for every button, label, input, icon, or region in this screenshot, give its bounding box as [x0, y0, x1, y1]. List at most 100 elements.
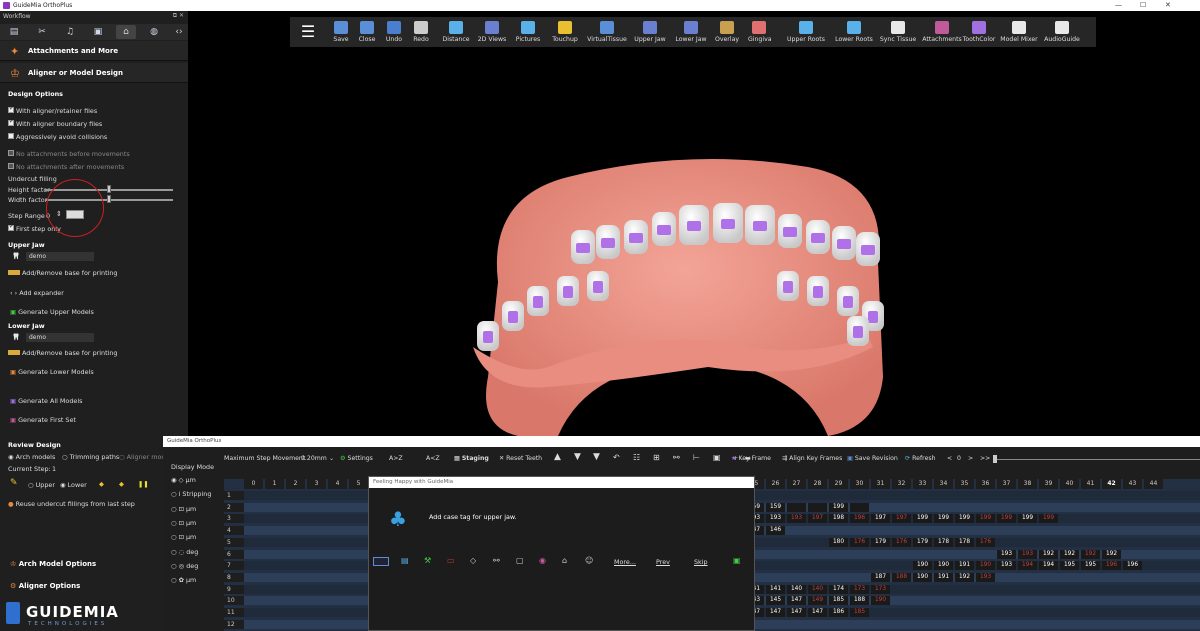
grid-cell[interactable]	[808, 502, 827, 512]
grid-cell[interactable]: 193	[976, 572, 995, 582]
generate-upper-models[interactable]: ▣ Generate Upper Models	[10, 308, 94, 316]
aligner-design-section[interactable]: ♔ Aligner or Model Design	[0, 63, 188, 83]
toolbar-close-button[interactable]: Close	[356, 17, 378, 47]
tooth-icon[interactable]: ◇	[470, 556, 476, 565]
toolbar-upper-jaw-button[interactable]: Upper Jaw	[632, 17, 668, 47]
grid-cell[interactable]: 173	[871, 584, 890, 594]
lower-radio[interactable]: ◉ Lower	[60, 481, 87, 489]
staging-button[interactable]: ▦ Staging	[454, 455, 489, 462]
display-mode-option[interactable]: ○ ⅰ Stripping	[171, 490, 211, 498]
move-down-icon[interactable]: ▼	[593, 452, 600, 462]
grid-cell[interactable]: 192	[955, 572, 974, 582]
grid-cell[interactable]: 192	[1039, 549, 1058, 559]
merge-icon[interactable]: ⚯	[673, 453, 680, 462]
generate-lower-models[interactable]: ▣ Generate Lower Models	[10, 368, 94, 376]
grid-cell[interactable]: 199	[1018, 514, 1037, 524]
panel-controls[interactable]: ⧉ ✕	[173, 12, 184, 20]
workflow-tab-1-icon[interactable]: ▤	[4, 25, 24, 39]
toolbar-touchup-button[interactable]: Touchup	[549, 17, 581, 47]
column-header[interactable]: 41	[1081, 479, 1100, 489]
next-step-button[interactable]: >	[968, 455, 973, 462]
refresh-button[interactable]: ⟳ Refresh	[905, 455, 936, 462]
column-header[interactable]: 44	[1144, 479, 1163, 489]
grid-cell[interactable]: 190	[934, 561, 953, 571]
grid-cell[interactable]: 199	[1039, 514, 1058, 524]
display-mode-option[interactable]: ◉ ◇ μm	[171, 476, 196, 484]
grid-cell[interactable]: 195	[1060, 561, 1079, 571]
maximize-button[interactable]: ☐	[1140, 1, 1146, 9]
reset-teeth-button[interactable]: ✕ Reset Teeth	[499, 455, 542, 462]
grid-cell[interactable]: 196	[850, 514, 869, 524]
grid-cell[interactable]: 199	[829, 502, 848, 512]
toolbar-lower-roots-button[interactable]: Lower Roots	[832, 17, 876, 47]
link-icon[interactable]: ⚯	[493, 556, 500, 565]
save-revision-button[interactable]: ▣ Save Revision	[847, 455, 898, 462]
grid-cell[interactable]: 141	[766, 584, 785, 594]
folder-icon[interactable]: ▤	[401, 556, 409, 565]
prev-step-button[interactable]: <	[947, 455, 952, 462]
column-header[interactable]: 35	[955, 479, 974, 489]
monitor-icon[interactable]: ▢	[516, 556, 524, 565]
pause-icon[interactable]: ❚❚	[138, 480, 149, 488]
grid-cell[interactable]: 192	[1060, 549, 1079, 559]
grid-cell[interactable]: 197	[808, 514, 827, 524]
grid-cell[interactable]: 192	[1102, 549, 1121, 559]
fit-icon[interactable]: ⊞	[653, 453, 660, 462]
grid-cell[interactable]: 190	[913, 572, 932, 582]
display-mode-option[interactable]: ○ ◎ deg	[171, 562, 198, 570]
grid-cell[interactable]: 173	[850, 584, 869, 594]
aligner-models-radio[interactable]: ○ Aligner mod	[119, 453, 165, 461]
split-icon[interactable]: ⊢	[693, 453, 700, 462]
toolbar-2d-views-button[interactable]: 2D Views	[477, 17, 507, 47]
workflow-tab-6-icon[interactable]: ◍	[144, 25, 164, 39]
grid-cell[interactable]: 140	[808, 584, 827, 594]
checkbox[interactable]	[8, 118, 14, 126]
aligner-options[interactable]: ⚙ Aligner Options	[10, 582, 80, 590]
grid-cell[interactable]: 147	[787, 608, 806, 617]
prev-diamond-icon[interactable]: ◆	[99, 480, 104, 488]
grid-icon[interactable]: ☷	[633, 453, 640, 462]
aligner-icon[interactable]: ▭	[447, 556, 455, 565]
step-slider-thumb[interactable]	[993, 455, 997, 463]
grid-cell[interactable]: 176	[850, 537, 869, 547]
column-header[interactable]: 30	[850, 479, 869, 489]
lower-add-remove-base[interactable]: Add/Remove base for printing	[8, 349, 117, 357]
column-header[interactable]: 43	[1123, 479, 1142, 489]
lower-jaw-name[interactable]: demo	[26, 333, 94, 342]
grid-cell[interactable]: 193	[1018, 549, 1037, 559]
workflow-tab-4-icon[interactable]: ▣	[88, 25, 108, 39]
toolbar-audioguide-button[interactable]: AudioGuide	[1043, 17, 1081, 47]
grid-cell[interactable]: 188	[892, 572, 911, 582]
align-key-frames-button[interactable]: ⇶ Align Key Frames	[782, 455, 842, 462]
column-header[interactable]: 42	[1102, 479, 1121, 489]
generate-first-set[interactable]: ▣ Generate First Set	[10, 416, 76, 424]
boundary-files-check[interactable]: With aligner boundary files	[8, 118, 102, 128]
avoid-collisions-check[interactable]: Aggressively avoid collisions	[8, 133, 107, 141]
toolbar-virtualtissue-button[interactable]: VirtualTissue	[586, 17, 628, 47]
toolbar-overlay-button[interactable]: Overlay	[713, 17, 741, 47]
grid-cell[interactable]: 194	[1018, 561, 1037, 571]
upper-add-remove-base[interactable]: Add/Remove base for printing	[8, 269, 117, 277]
close-window-button[interactable]: ✕	[1165, 1, 1171, 9]
toolbar-attachments-button[interactable]: Attachments	[922, 17, 962, 47]
attachments-section[interactable]: ✦ Attachments and More	[0, 41, 188, 61]
grid-cell[interactable]: 199	[913, 514, 932, 524]
grid-cell[interactable]: 199	[934, 514, 953, 524]
tab-scroll-arrows-icon[interactable]: ‹›	[172, 25, 186, 39]
grid-cell[interactable]: 186	[829, 608, 848, 617]
skip-link[interactable]: Skip	[694, 558, 708, 566]
column-header[interactable]: 0	[244, 479, 263, 489]
done-icon[interactable]: ▣	[733, 556, 741, 565]
workflow-tab-3-icon[interactable]: ♫	[60, 25, 80, 39]
grid-cell[interactable]: 192	[1081, 549, 1100, 559]
grid-cell[interactable]: 179	[871, 537, 890, 547]
grid-cell[interactable]: 185	[850, 608, 869, 617]
grid-cell[interactable]: 199	[955, 514, 974, 524]
display-mode-option[interactable]: ○ ✿ μm	[171, 576, 196, 584]
add-expander[interactable]: ‹ › Add expander	[10, 289, 64, 297]
column-header[interactable]: 31	[871, 479, 890, 489]
column-header[interactable]: 27	[787, 479, 806, 489]
column-header[interactable]: 34	[934, 479, 953, 489]
reuse-undercut-fillings[interactable]: ● Reuse undercut fillings from last step	[8, 500, 135, 508]
column-header[interactable]: 37	[997, 479, 1016, 489]
